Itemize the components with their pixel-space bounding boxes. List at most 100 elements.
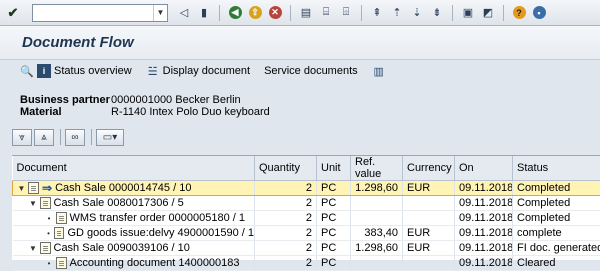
application-toolbar: 🔍 i Status overview ☱ Display document S… xyxy=(0,60,600,82)
date-value: 09.11.2018 xyxy=(459,257,513,269)
document-icon xyxy=(40,242,51,254)
table-row[interactable]: • Accounting document 1400000183 2 PC 09… xyxy=(13,256,600,271)
new-session-icon[interactable]: ▣ xyxy=(460,5,476,21)
find-next-icon[interactable]: ⌹ xyxy=(338,5,354,21)
col-currency[interactable]: Currency xyxy=(403,156,455,181)
document-name: WMS transfer order 0000005180 / 1 xyxy=(70,212,245,224)
unit-value: PC xyxy=(321,242,336,254)
display-document-button[interactable]: ☱ Display document xyxy=(146,64,250,78)
col-quantity[interactable]: Quantity xyxy=(255,156,317,181)
collapse-icon[interactable]: ⩓ xyxy=(34,129,54,146)
document-flow-table: Document Quantity Unit Ref. value Curren… xyxy=(12,155,600,260)
customize-icon[interactable]: ▪ xyxy=(531,5,547,21)
display-document-label: Display document xyxy=(163,65,250,77)
unit-value: PC xyxy=(321,197,336,209)
toolbar-divider xyxy=(219,5,220,21)
find-icon[interactable]: ⌸ xyxy=(318,5,334,21)
save-icon[interactable]: ◁ xyxy=(176,5,192,21)
last-page-icon[interactable]: ⇟ xyxy=(429,5,445,21)
status-overview-button[interactable]: 🔍 i Status overview xyxy=(20,64,132,78)
hierarchy-button[interactable]: ▥ xyxy=(372,64,389,78)
prev-page-icon[interactable]: ⇡ xyxy=(389,5,405,21)
document-name: Cash Sale 0090039106 / 10 xyxy=(54,242,190,254)
col-ref-value[interactable]: Ref. value xyxy=(351,156,403,181)
status-overview-label: Status overview xyxy=(54,65,132,77)
toolbar-divider xyxy=(60,129,61,145)
quantity-value: 2 xyxy=(306,197,312,209)
document-icon xyxy=(56,212,67,224)
quantity-value: 2 xyxy=(306,212,312,224)
unit-value: PC xyxy=(321,212,336,224)
material-value: R-1140 Intex Polo Duo keyboard xyxy=(111,106,270,118)
col-document[interactable]: Document xyxy=(13,156,255,181)
business-partner-label: Business partner xyxy=(20,94,111,106)
quantity-value: 2 xyxy=(306,182,312,194)
table-row[interactable]: ▼ Cash Sale 0090039106 / 10 2 PC 1.298,6… xyxy=(13,241,600,256)
table-header-row: Document Quantity Unit Ref. value Curren… xyxy=(13,156,600,181)
col-unit[interactable]: Unit xyxy=(317,156,351,181)
status-value: Completed xyxy=(517,182,570,194)
unit-value: PC xyxy=(321,227,336,239)
glasses-icon: ☱ xyxy=(146,64,160,78)
command-input[interactable] xyxy=(33,5,151,21)
help-icon[interactable]: ? xyxy=(511,5,527,21)
table-row[interactable]: ▼ ⇒ Cash Sale 0000014745 / 10 2 PC 1.298… xyxy=(13,181,600,196)
print-icon[interactable]: ▤ xyxy=(298,5,314,21)
system-toolbar: ✔ ▼ ◁ ▮ ◀ ⇧ ✕ ▤ ⌸ ⌹ ⇞ ⇡ ⇣ ⇟ ▣ ◩ ? ▪ xyxy=(0,0,600,26)
document-name: Accounting document 1400000183 xyxy=(70,257,240,269)
grid-toolbar: ⩔ ⩓ ∞ ▭▾ xyxy=(0,126,600,148)
exit-icon[interactable]: ⇧ xyxy=(247,5,263,21)
bullet-icon: • xyxy=(45,229,53,238)
date-value: 09.11.2018 xyxy=(459,242,513,254)
page-title: Document Flow xyxy=(22,34,134,51)
print-menu-icon[interactable]: ▭▾ xyxy=(96,129,124,146)
document-icon xyxy=(40,197,51,209)
cancel-icon[interactable]: ✕ xyxy=(267,5,283,21)
table-row[interactable]: • GD goods issue:delvy 4900001590 / 1 2 … xyxy=(13,226,600,241)
table-row[interactable]: • WMS transfer order 0000005180 / 1 2 PC… xyxy=(13,211,600,226)
current-document-arrow-icon: ⇒ xyxy=(42,181,52,195)
info-icon: i xyxy=(37,64,51,78)
material-label: Material xyxy=(20,106,111,118)
expand-icon[interactable]: ⩔ xyxy=(12,129,32,146)
expand-triangle-icon[interactable]: ▼ xyxy=(29,244,38,253)
expand-triangle-icon[interactable]: ▼ xyxy=(17,184,26,193)
table-row[interactable]: ▼ Cash Sale 0080017306 / 5 2 PC 09.11.20… xyxy=(13,196,600,211)
service-documents-label: Service documents xyxy=(264,65,358,77)
back-icon[interactable]: ◀ xyxy=(227,5,243,21)
next-page-icon[interactable]: ⇣ xyxy=(409,5,425,21)
service-documents-button[interactable]: Service documents xyxy=(264,65,358,77)
ref-value: 1.298,60 xyxy=(355,242,398,254)
col-status[interactable]: Status xyxy=(513,156,600,181)
quantity-value: 2 xyxy=(306,242,312,254)
currency-value: EUR xyxy=(407,242,430,254)
toolbar-divider xyxy=(91,129,92,145)
status-value: complete xyxy=(517,227,562,239)
command-field[interactable]: ▼ xyxy=(32,4,168,22)
header-info: Business partner 0000001000 Becker Berli… xyxy=(0,94,600,118)
toolbar-divider xyxy=(452,5,453,21)
col-on[interactable]: On xyxy=(455,156,513,181)
status-value: Completed xyxy=(517,197,570,209)
status-value: Completed xyxy=(517,212,570,224)
date-value: 09.11.2018 xyxy=(459,182,513,194)
binoculars-icon[interactable]: ∞ xyxy=(65,129,85,146)
save-icon-2[interactable]: ▮ xyxy=(196,5,212,21)
enter-icon[interactable]: ✔ xyxy=(6,6,20,20)
toolbar-divider xyxy=(361,5,362,21)
document-icon xyxy=(28,182,39,194)
currency-value: EUR xyxy=(407,227,430,239)
quantity-value: 2 xyxy=(306,257,312,269)
expand-triangle-icon[interactable]: ▼ xyxy=(29,199,38,208)
shortcut-icon[interactable]: ◩ xyxy=(480,5,496,21)
document-icon xyxy=(56,257,67,269)
quantity-value: 2 xyxy=(306,227,312,239)
document-name: Cash Sale 0080017306 / 5 xyxy=(54,197,184,209)
date-value: 09.11.2018 xyxy=(459,197,513,209)
chevron-down-icon[interactable]: ▼ xyxy=(153,5,167,21)
document-name: Cash Sale 0000014745 / 10 xyxy=(55,182,191,194)
first-page-icon[interactable]: ⇞ xyxy=(369,5,385,21)
status-value: Cleared xyxy=(517,257,556,269)
bullet-icon: • xyxy=(45,214,54,223)
unit-value: PC xyxy=(321,182,336,194)
